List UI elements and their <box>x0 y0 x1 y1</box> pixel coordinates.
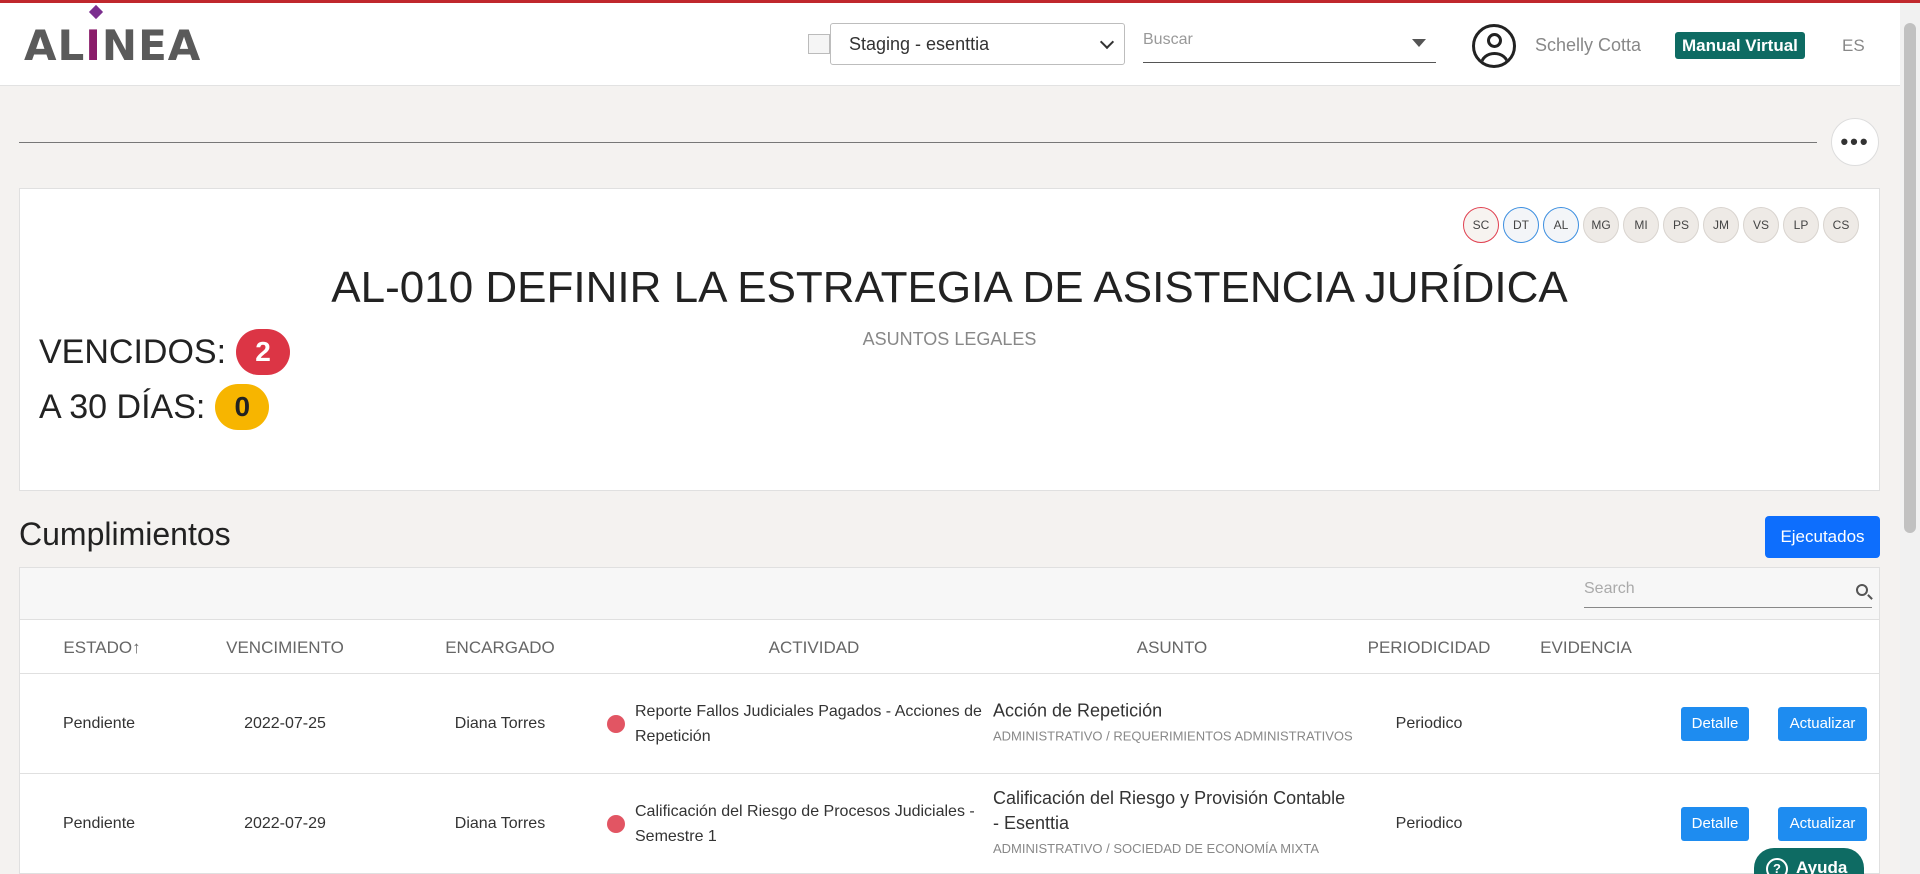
table-search-input[interactable]: Search <box>1584 576 1872 608</box>
status-dot-icon <box>607 814 625 833</box>
avatar[interactable]: LP <box>1783 207 1819 243</box>
question-icon: ? <box>1766 858 1788 874</box>
actividad-cell: Calificación del Riesgo de Procesos Judi… <box>607 799 987 849</box>
vencimiento-cell: 2022-07-29 <box>244 814 326 832</box>
page-subtitle: ASUNTOS LEGALES <box>862 329 1037 349</box>
manual-virtual-button[interactable]: Manual Virtual <box>1675 32 1805 59</box>
actividad-text: Reporte Fallos Judiciales Pagados - Acci… <box>635 702 982 745</box>
logo-diamond-icon <box>89 4 104 19</box>
vencidos-stat: VENCIDOS: 2 <box>39 329 291 375</box>
actualizar-button[interactable]: Actualizar <box>1778 806 1867 841</box>
user-name[interactable]: Schelly Cotta <box>1535 35 1641 56</box>
divider <box>19 142 1817 143</box>
avatar[interactable]: VS <box>1743 207 1779 243</box>
periodicidad-cell: Periodico <box>1395 714 1463 732</box>
actividad-text: Calificación del Riesgo de Procesos Judi… <box>635 802 975 845</box>
column-header-periodicidad[interactable]: PERIODICIDAD <box>1368 638 1491 658</box>
global-search-input[interactable]: Buscar <box>1143 25 1436 63</box>
encargado-cell: Diana Torres <box>454 714 546 732</box>
vencimiento-cell: 2022-07-25 <box>244 714 326 732</box>
avatar[interactable]: MG <box>1583 207 1619 243</box>
asunto-category: ADMINISTRATIVO / SOCIEDAD DE ECONOMÍA MI… <box>993 840 1319 856</box>
avatar[interactable]: DT <box>1503 207 1539 243</box>
page-scrollbar[interactable] <box>1900 3 1920 874</box>
asunto-cell: Calificación del Riesgo y Provisión Cont… <box>993 786 1353 862</box>
avatar[interactable]: PS <box>1663 207 1699 243</box>
logo-text-al: AL <box>24 20 86 70</box>
environment-select[interactable]: Staging - esenttia <box>830 23 1125 65</box>
column-header-evidencia[interactable]: EVIDENCIA <box>1540 638 1632 658</box>
environment-value: Staging - esenttia <box>849 33 990 54</box>
avatar[interactable]: SC <box>1463 207 1499 243</box>
user-avatar-icon[interactable] <box>1472 24 1516 68</box>
chevron-down-icon <box>1099 34 1115 50</box>
status-dot-icon <box>607 714 625 733</box>
column-header-estado[interactable]: ESTADO↑ <box>63 638 140 658</box>
asunto-category: ADMINISTRATIVO / REQUERIMIENTOS ADMINIST… <box>993 728 1353 743</box>
global-search-placeholder: Buscar <box>1143 31 1193 48</box>
company-logo-image <box>808 34 830 54</box>
estado-cell: Pendiente <box>62 714 136 732</box>
avatar[interactable]: MI <box>1623 207 1659 243</box>
cumplimientos-table: Search ESTADO↑ VENCIMIENTO ENCARGADO ACT… <box>19 567 1880 874</box>
more-options-button[interactable]: ••• <box>1831 118 1879 166</box>
avatar[interactable]: JM <box>1703 207 1739 243</box>
table-search-placeholder: Search <box>1584 580 1635 597</box>
periodicidad-cell: Periodico <box>1395 814 1463 832</box>
logo-text-nea: NEA <box>101 20 202 70</box>
asunto-cell: Acción de Repetición ADMINISTRATIVO / RE… <box>993 698 1353 749</box>
table-toolbar: Search <box>20 568 1879 620</box>
actividad-cell: Reporte Fallos Judiciales Pagados - Acci… <box>607 699 987 749</box>
ejecutados-button[interactable]: Ejecutados <box>1765 516 1880 558</box>
table-row: Pendiente 2022-07-29 Diana Torres Califi… <box>20 774 1879 874</box>
caret-down-icon[interactable] <box>1412 39 1426 47</box>
vencidos-badge: 2 <box>236 329 291 375</box>
avatar[interactable]: CS <box>1823 207 1859 243</box>
actualizar-button[interactable]: Actualizar <box>1778 706 1867 741</box>
column-header-vencimiento[interactable]: VENCIMIENTO <box>226 638 344 658</box>
alinea-logo[interactable]: AL I NEA <box>24 4 202 77</box>
page-title: AL-010 DEFINIR LA ESTRATEGIA DE ASISTENC… <box>331 263 1568 312</box>
asunto-title: Calificación del Riesgo y Provisión Cont… <box>993 787 1346 833</box>
vencidos-label: VENCIDOS: <box>39 332 227 371</box>
column-header-encargado[interactable]: ENCARGADO <box>445 638 555 658</box>
detalle-button[interactable]: Detalle <box>1681 806 1749 841</box>
asunto-title: Acción de Repetición <box>993 700 1163 720</box>
search-icon[interactable] <box>1856 584 1868 596</box>
detalle-button[interactable]: Detalle <box>1681 706 1749 741</box>
treinta-dias-badge: 0 <box>215 384 270 430</box>
estado-cell: Pendiente <box>62 814 136 832</box>
encargado-cell: Diana Torres <box>454 814 546 832</box>
language-selector[interactable]: ES <box>1842 36 1865 56</box>
team-avatars: SC DT AL MG MI PS JM VS LP CS <box>1463 207 1859 243</box>
ayuda-label: Ayuda <box>1796 858 1848 874</box>
top-header: AL I NEA Staging - esenttia Buscar Schelly… <box>0 3 1900 86</box>
treinta-dias-stat: A 30 DÍAS: 0 <box>39 384 270 430</box>
column-header-asunto[interactable]: ASUNTO <box>1137 638 1208 658</box>
cumplimientos-heading: Cumplimientos <box>19 516 231 552</box>
scrollbar-thumb[interactable] <box>1904 23 1916 533</box>
table-header: ESTADO↑ VENCIMIENTO ENCARGADO ACTIVIDAD … <box>20 620 1879 674</box>
logo-text-i: I <box>85 4 104 70</box>
ayuda-button[interactable]: ? Ayuda <box>1754 848 1864 874</box>
treinta-dias-label: A 30 DÍAS: <box>39 387 206 426</box>
avatar[interactable]: AL <box>1543 207 1579 243</box>
ellipsis-icon: ••• <box>1840 129 1870 154</box>
table-row: Pendiente 2022-07-25 Diana Torres Report… <box>20 674 1879 774</box>
environment-selector-group: Staging - esenttia <box>808 23 1125 65</box>
process-summary-card: SC DT AL MG MI PS JM VS LP CS AL-010 DEFINIR LA E… <box>19 188 1880 491</box>
column-header-actividad[interactable]: ACTIVIDAD <box>769 638 860 658</box>
